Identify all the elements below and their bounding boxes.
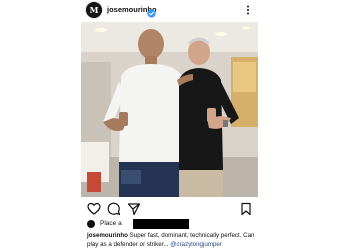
heart-icon[interactable] <box>87 202 101 216</box>
action-bar <box>81 202 258 216</box>
likes-text: Place a <box>100 220 122 227</box>
redaction-bar <box>133 219 189 229</box>
post-header: M josemourinho <box>81 0 258 21</box>
caption: josemourinho Super fast, dominant, techn… <box>87 232 257 249</box>
more-options-icon[interactable] <box>243 3 253 17</box>
verified-badge-icon <box>147 5 156 18</box>
caption-username[interactable]: josemourinho <box>87 232 128 239</box>
liker-avatar <box>87 220 95 228</box>
bookmark-icon[interactable] <box>239 202 253 216</box>
post-photo[interactable] <box>81 22 258 197</box>
instagram-post: M josemourinho Place a josemourinho Supe… <box>81 0 258 250</box>
avatar[interactable]: M <box>86 2 102 18</box>
caption-mention[interactable]: @crazylongjumper <box>170 241 222 248</box>
likes-row: Place a <box>87 219 257 231</box>
svg-text:M: M <box>90 5 99 15</box>
comment-icon[interactable] <box>107 202 121 216</box>
share-icon[interactable] <box>127 202 141 216</box>
screen: M josemourinho Place a josemourinho Supe… <box>0 0 345 250</box>
